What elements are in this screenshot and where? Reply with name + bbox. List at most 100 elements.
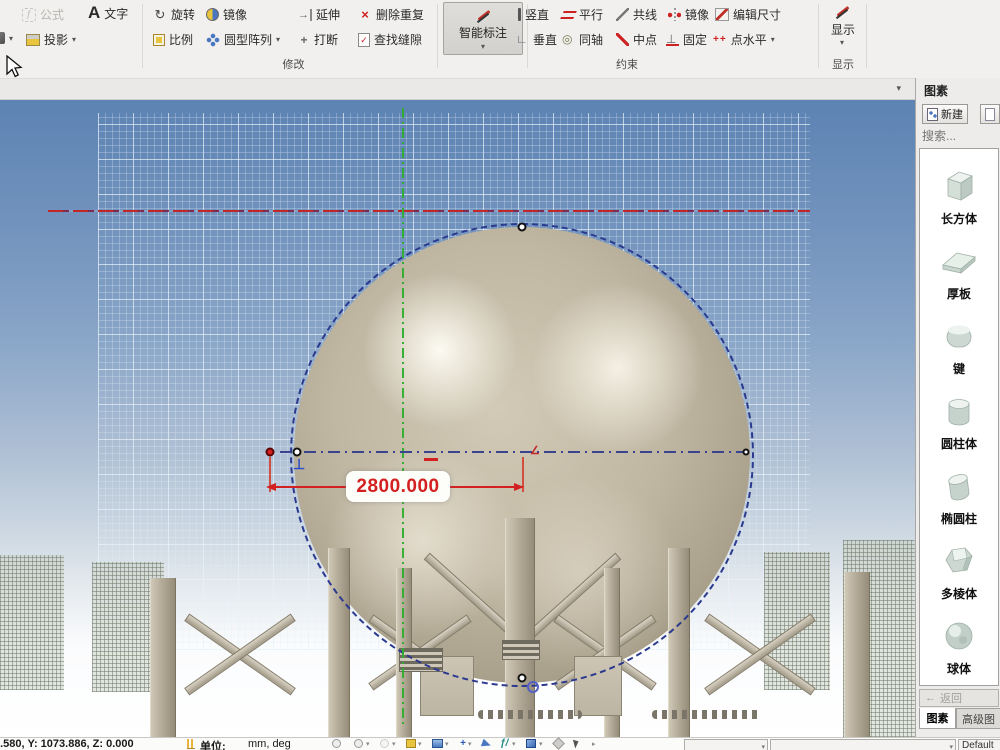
reference-line-horizontal[interactable] xyxy=(48,210,810,212)
endpoint-handle-red[interactable] xyxy=(266,448,275,457)
vertical-constraint-button[interactable]: 竖直 xyxy=(518,6,549,23)
render-style-dropdown[interactable]: Default xyxy=(958,739,1000,750)
projection-icon xyxy=(26,34,40,46)
fixed-constraint-button[interactable]: ⊥ 固定 xyxy=(666,31,707,48)
find-gap-button[interactable]: ✓ 查找缝隙 xyxy=(358,31,422,48)
text-button[interactable]: A 文字 xyxy=(88,3,128,23)
rotate-button[interactable]: ↻ 旋转 xyxy=(153,6,195,23)
mirror-constraint-button[interactable]: 镜像 xyxy=(668,6,709,23)
primitive-item-sphere[interactable]: 球体 xyxy=(920,609,998,684)
chevron-down-icon[interactable]: ▾ xyxy=(468,740,472,748)
cad-application-window: ƒ 公式 A 文字 ▾ 投影 ▾ ↻ 旋转 xyxy=(0,0,1000,750)
catalog-search-input[interactable] xyxy=(922,128,996,144)
quadrant-handle-top[interactable] xyxy=(518,223,527,232)
chevron-down-icon: ▾ xyxy=(276,35,280,44)
minus-indicator xyxy=(424,458,438,461)
status-layer-icon[interactable] xyxy=(406,739,416,748)
new-catalog-button[interactable]: 新建 xyxy=(922,104,968,124)
status-snap-icon[interactable] xyxy=(332,739,341,748)
perpendicular-constraint-button[interactable]: ∟ 垂直 xyxy=(516,31,557,48)
chevron-down-icon[interactable]: ▾ xyxy=(512,740,516,748)
point-horizontal-label: 点水平 xyxy=(731,31,767,48)
text-label: 文字 xyxy=(104,5,128,22)
dimension-line xyxy=(450,486,523,488)
projection-button[interactable]: 投影 ▾ xyxy=(26,31,76,48)
support-column xyxy=(150,578,176,737)
primitive-item-cuboid[interactable]: 长方体 xyxy=(920,159,998,234)
extend-button[interactable]: → 延伸 xyxy=(298,6,340,23)
primitive-label: 圆柱体 xyxy=(941,435,977,452)
dimension-value-label[interactable]: 2800.000 xyxy=(346,471,450,502)
primitive-item-cylinder[interactable]: 圆柱体 xyxy=(920,384,998,459)
ribbon-separator xyxy=(437,4,438,68)
collinear-constraint-button[interactable]: 共线 xyxy=(616,6,657,23)
chevron-right-icon[interactable]: ▸ xyxy=(592,740,596,748)
chevron-down-icon[interactable]: ▾ xyxy=(366,740,370,748)
tab-advanced-primitives[interactable]: 高级图 xyxy=(956,708,1000,729)
primitive-item-key[interactable]: 键 xyxy=(920,309,998,384)
formula-button[interactable]: ƒ 公式 xyxy=(22,6,64,23)
fixed-constraint-icon: ⊥ xyxy=(666,33,679,46)
primitive-label: 长方体 xyxy=(941,210,977,227)
status-function-icon[interactable]: ƒ/ xyxy=(500,738,508,749)
back-button-label: 返回 xyxy=(940,690,962,706)
chevron-down-icon[interactable]: ▾ xyxy=(418,740,422,748)
status-wedge-icon[interactable] xyxy=(481,739,492,750)
modify-group-label: 修改 xyxy=(150,56,437,72)
status-view-icon[interactable] xyxy=(432,739,443,748)
tab-primitives[interactable]: 图素 xyxy=(919,708,956,729)
smart-dimension-button[interactable]: 智能标注 ▾ xyxy=(443,2,523,55)
chevron-down-icon[interactable]: ▾ xyxy=(445,740,449,748)
midpoint-constraint-button[interactable]: 中点 xyxy=(616,31,657,48)
edit-dimension-button[interactable]: 编辑尺寸 xyxy=(715,6,781,23)
scale-label: 比例 xyxy=(169,31,193,48)
circular-array-label: 圆型阵列 xyxy=(224,31,272,48)
scale-button[interactable]: 比例 xyxy=(153,31,193,48)
circular-array-button[interactable]: 圆型阵列 ▾ xyxy=(206,31,280,48)
status-select-cursor-icon[interactable] xyxy=(573,739,580,749)
ribbon-separator xyxy=(818,4,819,68)
remove-duplicate-label: 删除重复 xyxy=(376,6,424,23)
display-button[interactable]: 显示 xyxy=(831,21,855,38)
edit-dimension-icon xyxy=(715,8,729,21)
3d-viewport[interactable]: 2800.000 ⊥ ∠ xyxy=(0,100,915,737)
point-horizontal-button[interactable]: ++ 点水平 ▾ xyxy=(713,31,775,48)
chevron-down-icon: ▾ xyxy=(72,35,76,44)
mirror-button[interactable]: 镜像 xyxy=(206,6,247,23)
slot-button[interactable]: ▾ xyxy=(0,32,13,44)
selected-circle-outline[interactable] xyxy=(290,223,754,687)
status-shape-icon[interactable] xyxy=(552,737,565,750)
bolt-row xyxy=(478,710,582,719)
primitive-item-polyhedron[interactable]: 多棱体 xyxy=(920,534,998,609)
chevron-down-icon: ▾ xyxy=(840,38,844,47)
break-button[interactable]: + 打断 xyxy=(298,31,338,48)
status-dim-icon[interactable] xyxy=(380,739,389,748)
selection-filter-dropdown[interactable]: ▾ xyxy=(684,739,768,750)
chevron-down-icon: ▾ xyxy=(771,35,775,44)
status-bar: 0.580, Y: 1073.886, Z: 0.000 单位: mm, deg… xyxy=(0,737,1000,750)
dimension-line xyxy=(270,486,348,488)
remove-duplicate-button[interactable]: × 删除重复 xyxy=(358,6,424,23)
mirror-icon xyxy=(206,8,219,21)
mirror-constraint-icon xyxy=(668,8,681,21)
primitive-item-oval-cylinder[interactable]: 椭圆柱 xyxy=(920,459,998,534)
open-catalog-icon xyxy=(985,108,995,121)
midpoint-constraint-icon xyxy=(616,33,629,46)
chevron-down-icon[interactable]: ▾ xyxy=(539,740,543,748)
open-catalog-button[interactable] xyxy=(980,104,1000,124)
quadrant-handle-right[interactable] xyxy=(743,449,750,456)
primitive-label: 球体 xyxy=(947,660,971,677)
smart-dimension-label: 智能标注 xyxy=(459,24,507,41)
endpoint-handle[interactable] xyxy=(293,448,302,457)
status-grid-icon[interactable] xyxy=(354,739,363,748)
status-solid-icon[interactable] xyxy=(526,739,536,748)
back-button[interactable]: ← 返回 xyxy=(919,689,999,707)
quadrant-handle-bottom[interactable] xyxy=(518,674,527,683)
viewport-collapse-chevron-icon[interactable]: ▾ xyxy=(896,83,901,94)
task-dropdown[interactable]: ▾ xyxy=(770,739,956,750)
parallel-constraint-button[interactable]: 平行 xyxy=(562,6,603,23)
primitive-item-slab[interactable]: 厚板 xyxy=(920,234,998,309)
coaxial-constraint-button[interactable]: ◎ 同轴 xyxy=(562,31,603,48)
status-add-icon[interactable]: + xyxy=(458,739,468,749)
chevron-down-icon[interactable]: ▾ xyxy=(392,740,396,748)
